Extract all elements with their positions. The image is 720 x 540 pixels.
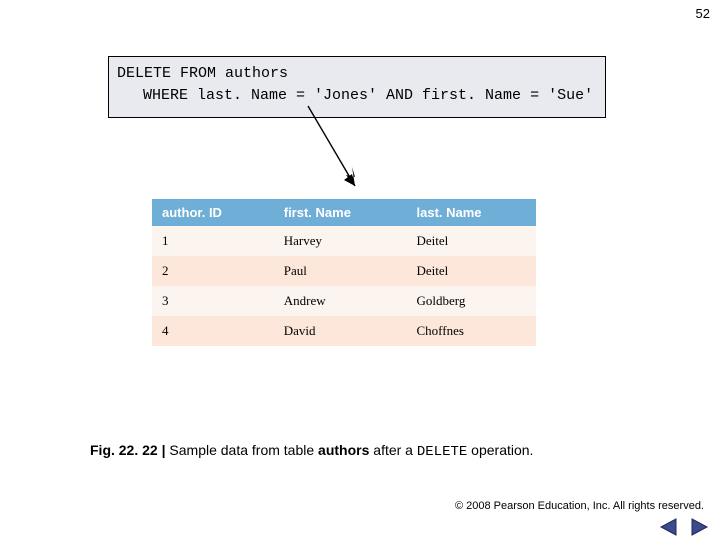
caption-fig-number: Fig. 22. 22 |	[90, 442, 169, 458]
caption-operation: DELETE	[417, 444, 467, 460]
cell-last: Deitel	[407, 256, 537, 286]
nav-controls	[658, 517, 710, 537]
cell-last: Deitel	[407, 226, 537, 256]
next-button[interactable]	[688, 517, 710, 537]
col-first-name: first. Name	[274, 199, 407, 226]
table-row: 4 David Choffnes	[152, 316, 536, 346]
caption-text-2: after a	[369, 442, 416, 458]
triangle-right-icon	[688, 517, 710, 537]
cell-id: 4	[152, 316, 274, 346]
table-row: 3 Andrew Goldberg	[152, 286, 536, 316]
cell-last: Goldberg	[407, 286, 537, 316]
table-row: 2 Paul Deitel	[152, 256, 536, 286]
figure-caption: Fig. 22. 22 | Sample data from table aut…	[90, 442, 533, 460]
col-author-id: author. ID	[152, 199, 274, 226]
cell-first: Paul	[274, 256, 407, 286]
copyright-text: © 2008 Pearson Education, Inc. All right…	[455, 500, 704, 512]
caption-text-1: Sample data from table	[169, 442, 318, 458]
arrow-pointer	[300, 104, 380, 204]
sql-line-1: DELETE FROM authors	[117, 63, 597, 85]
cell-id: 1	[152, 226, 274, 256]
prev-button[interactable]	[658, 517, 680, 537]
sql-line-2: WHERE last. Name = 'Jones' AND first. Na…	[117, 85, 597, 107]
cell-first: David	[274, 316, 407, 346]
cell-last: Choffnes	[407, 316, 537, 346]
cell-first: Andrew	[274, 286, 407, 316]
table-row: 1 Harvey Deitel	[152, 226, 536, 256]
page-number: 52	[696, 6, 710, 21]
cell-id: 2	[152, 256, 274, 286]
caption-text-3: operation.	[467, 442, 533, 458]
sql-code-box: DELETE FROM authors WHERE last. Name = '…	[108, 56, 606, 118]
authors-table: author. ID first. Name last. Name 1 Harv…	[152, 199, 536, 346]
cell-id: 3	[152, 286, 274, 316]
caption-table-name: authors	[318, 442, 369, 458]
cell-first: Harvey	[274, 226, 407, 256]
col-last-name: last. Name	[407, 199, 537, 226]
triangle-left-icon	[658, 517, 680, 537]
authors-table-container: author. ID first. Name last. Name 1 Harv…	[152, 199, 536, 346]
table-header-row: author. ID first. Name last. Name	[152, 199, 536, 226]
